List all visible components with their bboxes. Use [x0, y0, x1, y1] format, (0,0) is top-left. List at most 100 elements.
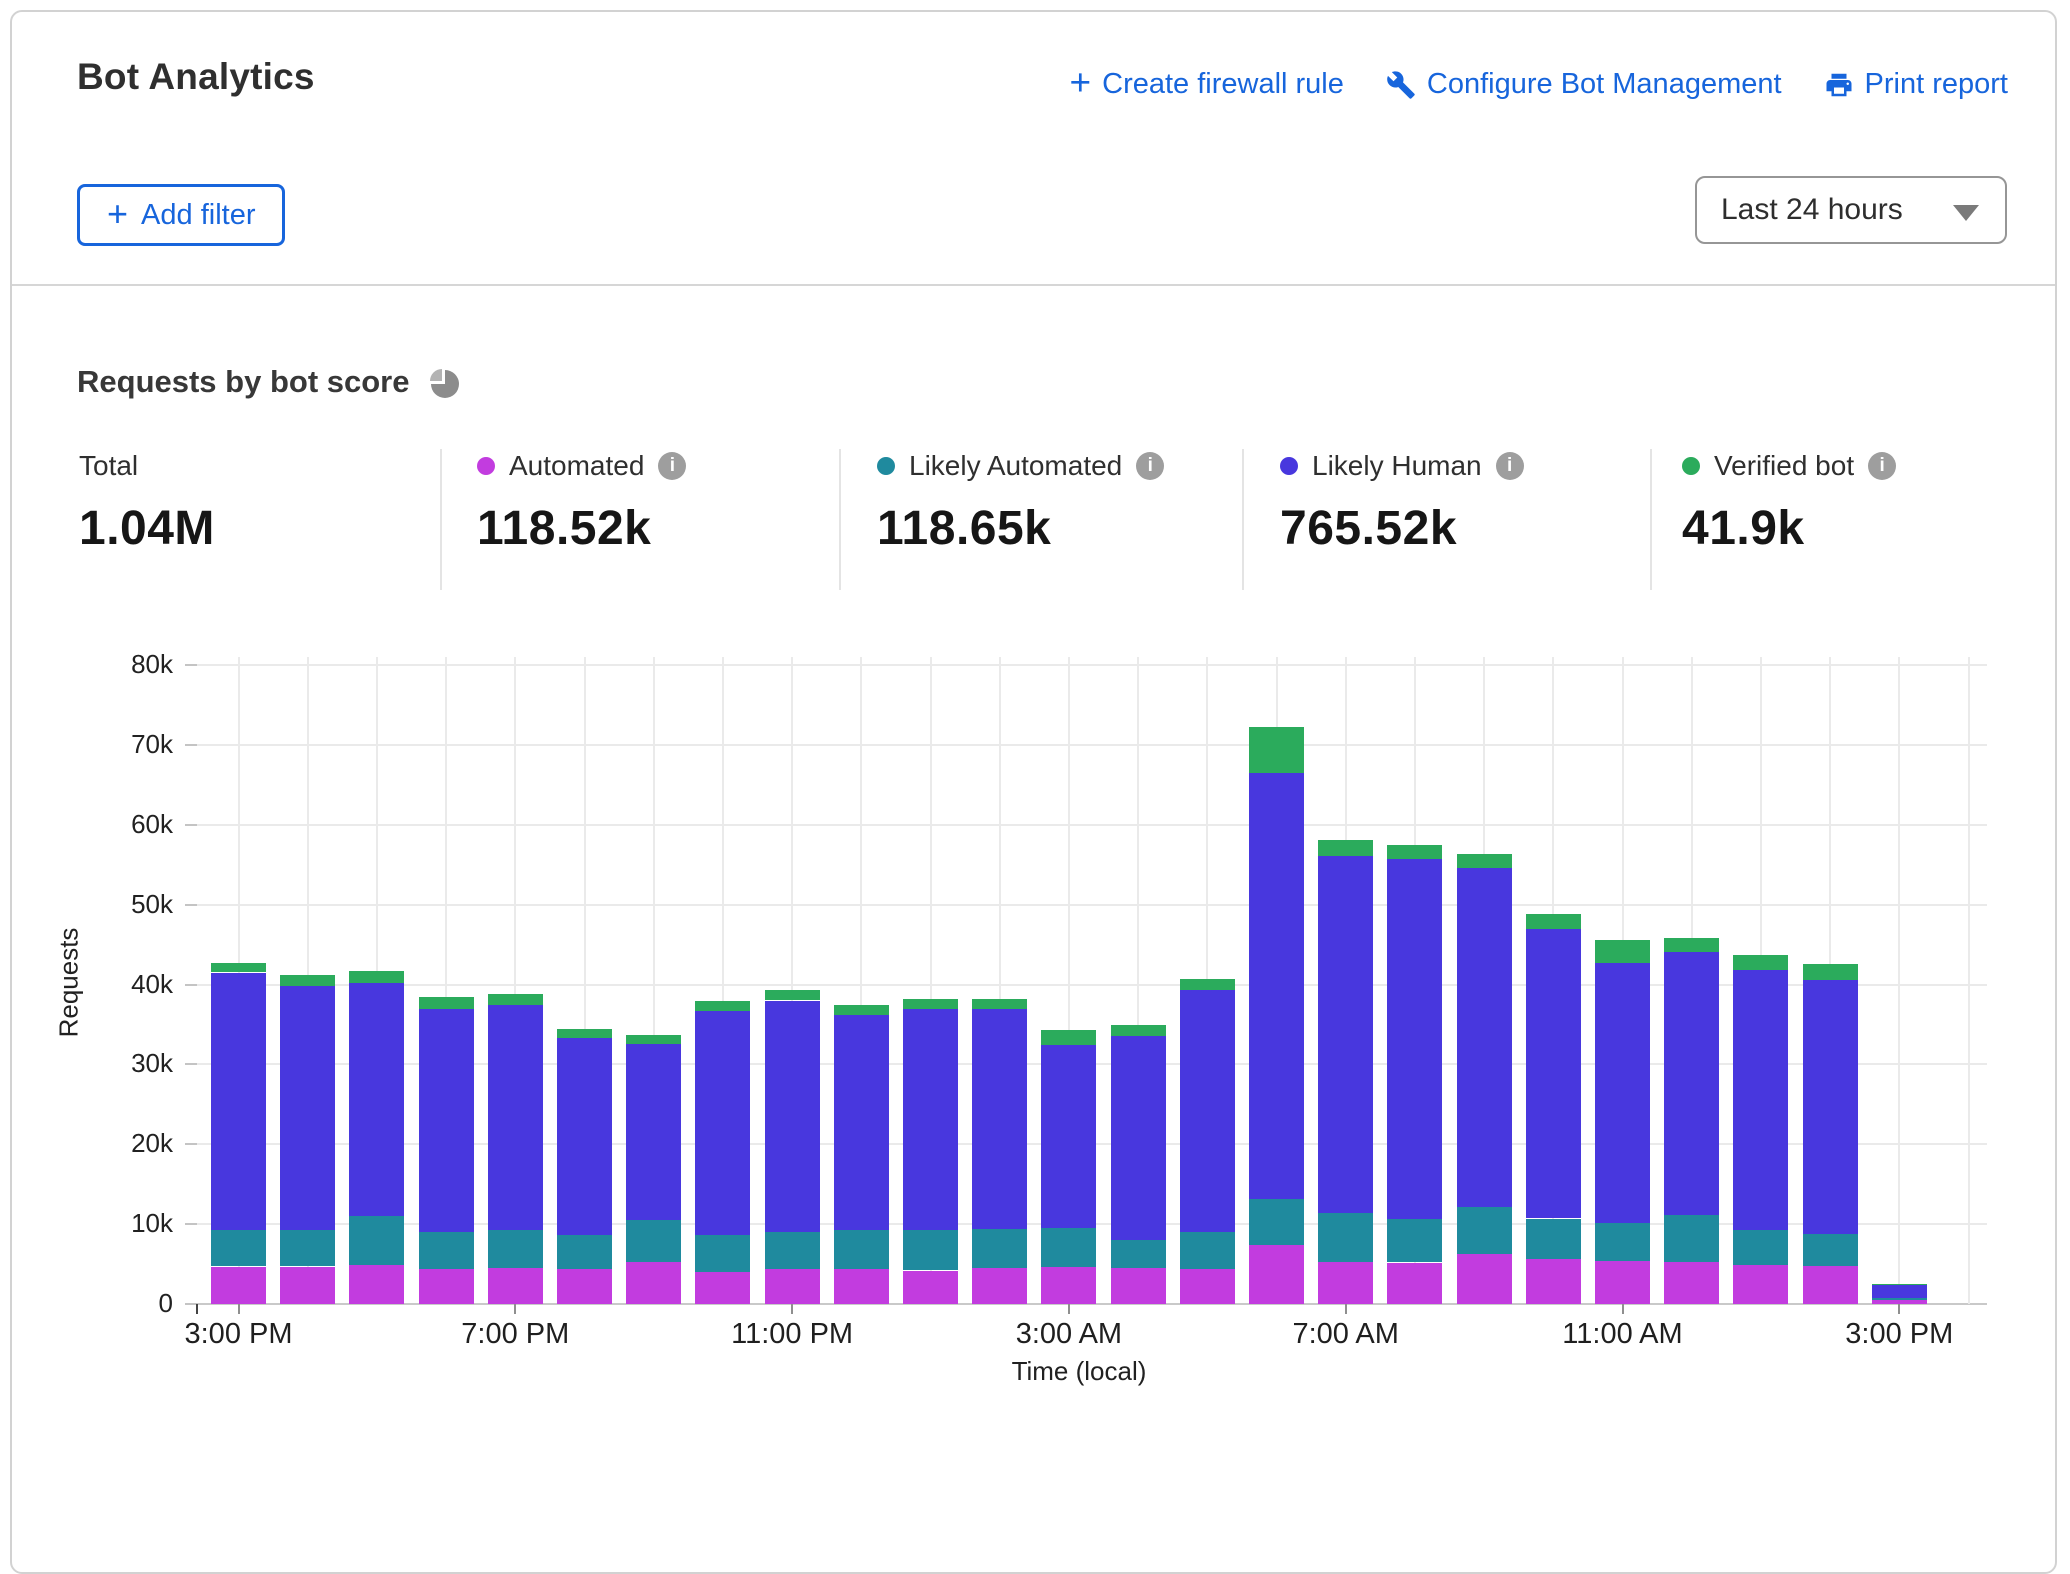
- bar-4:00 PM-Automated[interactable]: [280, 1267, 335, 1305]
- bar-1:00 AM-Verified bot[interactable]: [903, 999, 958, 1009]
- bar-4:00 AM-Automated[interactable]: [1111, 1268, 1166, 1304]
- bar-9:00 PM-Verified bot[interactable]: [626, 1035, 681, 1045]
- bar-2:00 AM-Likely Human[interactable]: [972, 1009, 1027, 1229]
- bar-1:00 AM-Automated[interactable]: [903, 1271, 958, 1305]
- bar-12:00 AM-Automated[interactable]: [834, 1269, 889, 1304]
- bar-8:00 PM-Likely Human[interactable]: [557, 1038, 612, 1235]
- bar-4:00 AM-Likely Automated[interactable]: [1111, 1240, 1166, 1268]
- bar-10:00 PM-Likely Human[interactable]: [695, 1011, 750, 1235]
- print-report-link[interactable]: Print report: [1824, 68, 2008, 101]
- bar-11:00 AM-Likely Human[interactable]: [1595, 963, 1650, 1223]
- bar-6:00 AM-Verified bot[interactable]: [1249, 727, 1304, 773]
- bar-7:00 AM-Verified bot[interactable]: [1318, 840, 1373, 856]
- bar-9:00 AM-Verified bot[interactable]: [1457, 854, 1512, 868]
- bar-4:00 PM-Verified bot[interactable]: [280, 975, 335, 986]
- bar-3:00 AM-Likely Human[interactable]: [1041, 1045, 1096, 1228]
- bar-11:00 AM-Likely Automated[interactable]: [1595, 1223, 1650, 1261]
- info-icon[interactable]: i: [1136, 452, 1164, 480]
- bar-3:00 PM-Likely Automated[interactable]: [1872, 1298, 1927, 1300]
- bar-8:00 AM-Likely Human[interactable]: [1387, 859, 1442, 1219]
- bar-11:00 PM-Automated[interactable]: [765, 1269, 820, 1304]
- bar-8:00 AM-Likely Automated[interactable]: [1387, 1219, 1442, 1262]
- bar-12:00 AM-Verified bot[interactable]: [834, 1005, 889, 1015]
- bar-2:00 PM-Likely Human[interactable]: [1803, 980, 1858, 1234]
- bar-6:00 AM-Likely Human[interactable]: [1249, 773, 1304, 1200]
- bar-9:00 PM-Likely Human[interactable]: [626, 1044, 681, 1220]
- bar-2:00 AM-Verified bot[interactable]: [972, 999, 1027, 1009]
- bar-8:00 AM-Verified bot[interactable]: [1387, 845, 1442, 859]
- bar-7:00 PM-Likely Human[interactable]: [488, 1005, 543, 1229]
- bar-3:00 PM-Likely Automated[interactable]: [211, 1230, 266, 1267]
- create-firewall-rule-link[interactable]: + Create firewall rule: [1070, 68, 1344, 101]
- bar-3:00 PM-Verified bot[interactable]: [1872, 1284, 1927, 1285]
- bar-11:00 AM-Automated[interactable]: [1595, 1261, 1650, 1304]
- bar-5:00 AM-Verified bot[interactable]: [1180, 979, 1235, 990]
- bar-12:00 AM-Likely Automated[interactable]: [834, 1230, 889, 1269]
- bar-12:00 PM-Verified bot[interactable]: [1664, 938, 1719, 952]
- bar-9:00 AM-Likely Human[interactable]: [1457, 868, 1512, 1208]
- bar-1:00 AM-Likely Human[interactable]: [903, 1009, 958, 1230]
- bar-5:00 PM-Verified bot[interactable]: [349, 971, 404, 983]
- bar-11:00 PM-Verified bot[interactable]: [765, 990, 820, 1000]
- bar-3:00 PM-Verified bot[interactable]: [211, 963, 266, 973]
- bar-7:00 AM-Automated[interactable]: [1318, 1262, 1373, 1304]
- bar-5:00 PM-Likely Automated[interactable]: [349, 1216, 404, 1265]
- bar-11:00 PM-Likely Automated[interactable]: [765, 1232, 820, 1269]
- bar-8:00 PM-Likely Automated[interactable]: [557, 1235, 612, 1269]
- bar-2:00 PM-Verified bot[interactable]: [1803, 964, 1858, 980]
- bar-10:00 PM-Verified bot[interactable]: [695, 1001, 750, 1011]
- info-icon[interactable]: i: [1496, 452, 1524, 480]
- bar-6:00 PM-Likely Automated[interactable]: [419, 1232, 474, 1269]
- bar-10:00 AM-Verified bot[interactable]: [1526, 914, 1581, 928]
- bar-1:00 PM-Automated[interactable]: [1733, 1265, 1788, 1304]
- bar-5:00 AM-Automated[interactable]: [1180, 1269, 1235, 1304]
- bar-7:00 AM-Likely Human[interactable]: [1318, 856, 1373, 1213]
- add-filter-button[interactable]: + Add filter: [77, 184, 285, 246]
- bar-3:00 PM-Automated[interactable]: [211, 1267, 266, 1305]
- bar-8:00 AM-Automated[interactable]: [1387, 1263, 1442, 1305]
- bar-7:00 AM-Likely Automated[interactable]: [1318, 1213, 1373, 1262]
- bar-7:00 PM-Automated[interactable]: [488, 1268, 543, 1304]
- bar-4:00 PM-Likely Human[interactable]: [280, 986, 335, 1230]
- bar-3:00 AM-Automated[interactable]: [1041, 1267, 1096, 1304]
- bar-1:00 AM-Likely Automated[interactable]: [903, 1230, 958, 1271]
- bar-6:00 AM-Automated[interactable]: [1249, 1245, 1304, 1304]
- bar-4:00 AM-Likely Human[interactable]: [1111, 1036, 1166, 1240]
- bar-12:00 PM-Automated[interactable]: [1664, 1262, 1719, 1304]
- bar-9:00 PM-Likely Automated[interactable]: [626, 1220, 681, 1262]
- bar-9:00 PM-Automated[interactable]: [626, 1262, 681, 1304]
- bar-1:00 PM-Likely Automated[interactable]: [1733, 1230, 1788, 1265]
- bar-2:00 PM-Automated[interactable]: [1803, 1266, 1858, 1304]
- bar-12:00 PM-Likely Automated[interactable]: [1664, 1215, 1719, 1261]
- bar-4:00 PM-Likely Automated[interactable]: [280, 1230, 335, 1267]
- bar-5:00 AM-Likely Automated[interactable]: [1180, 1232, 1235, 1269]
- info-icon[interactable]: i: [658, 452, 686, 480]
- bar-6:00 PM-Likely Human[interactable]: [419, 1009, 474, 1232]
- bar-11:00 AM-Verified bot[interactable]: [1595, 940, 1650, 963]
- bar-9:00 AM-Automated[interactable]: [1457, 1254, 1512, 1304]
- bar-11:00 PM-Likely Human[interactable]: [765, 1001, 820, 1233]
- configure-bot-management-link[interactable]: Configure Bot Management: [1386, 68, 1782, 101]
- bar-3:00 PM-Likely Human[interactable]: [211, 973, 266, 1230]
- bar-10:00 AM-Automated[interactable]: [1526, 1259, 1581, 1304]
- bar-9:00 AM-Likely Automated[interactable]: [1457, 1207, 1512, 1253]
- bar-2:00 PM-Likely Automated[interactable]: [1803, 1234, 1858, 1266]
- bar-5:00 PM-Likely Human[interactable]: [349, 983, 404, 1216]
- bar-2:00 AM-Likely Automated[interactable]: [972, 1229, 1027, 1268]
- bar-1:00 PM-Likely Human[interactable]: [1733, 970, 1788, 1230]
- bar-8:00 PM-Verified bot[interactable]: [557, 1029, 612, 1038]
- bar-10:00 AM-Likely Human[interactable]: [1526, 929, 1581, 1219]
- bar-10:00 PM-Automated[interactable]: [695, 1272, 750, 1304]
- bar-6:00 PM-Automated[interactable]: [419, 1269, 474, 1304]
- bar-3:00 PM-Likely Human[interactable]: [1872, 1285, 1927, 1298]
- bar-10:00 PM-Likely Automated[interactable]: [695, 1235, 750, 1272]
- bar-3:00 AM-Verified bot[interactable]: [1041, 1030, 1096, 1045]
- bar-7:00 PM-Likely Automated[interactable]: [488, 1230, 543, 1268]
- bar-12:00 PM-Likely Human[interactable]: [1664, 952, 1719, 1216]
- bar-4:00 AM-Verified bot[interactable]: [1111, 1025, 1166, 1036]
- bar-6:00 PM-Verified bot[interactable]: [419, 997, 474, 1010]
- bar-5:00 PM-Automated[interactable]: [349, 1265, 404, 1304]
- bar-8:00 PM-Automated[interactable]: [557, 1269, 612, 1304]
- bar-5:00 AM-Likely Human[interactable]: [1180, 990, 1235, 1232]
- time-range-select[interactable]: Last 24 hours: [1695, 176, 2007, 244]
